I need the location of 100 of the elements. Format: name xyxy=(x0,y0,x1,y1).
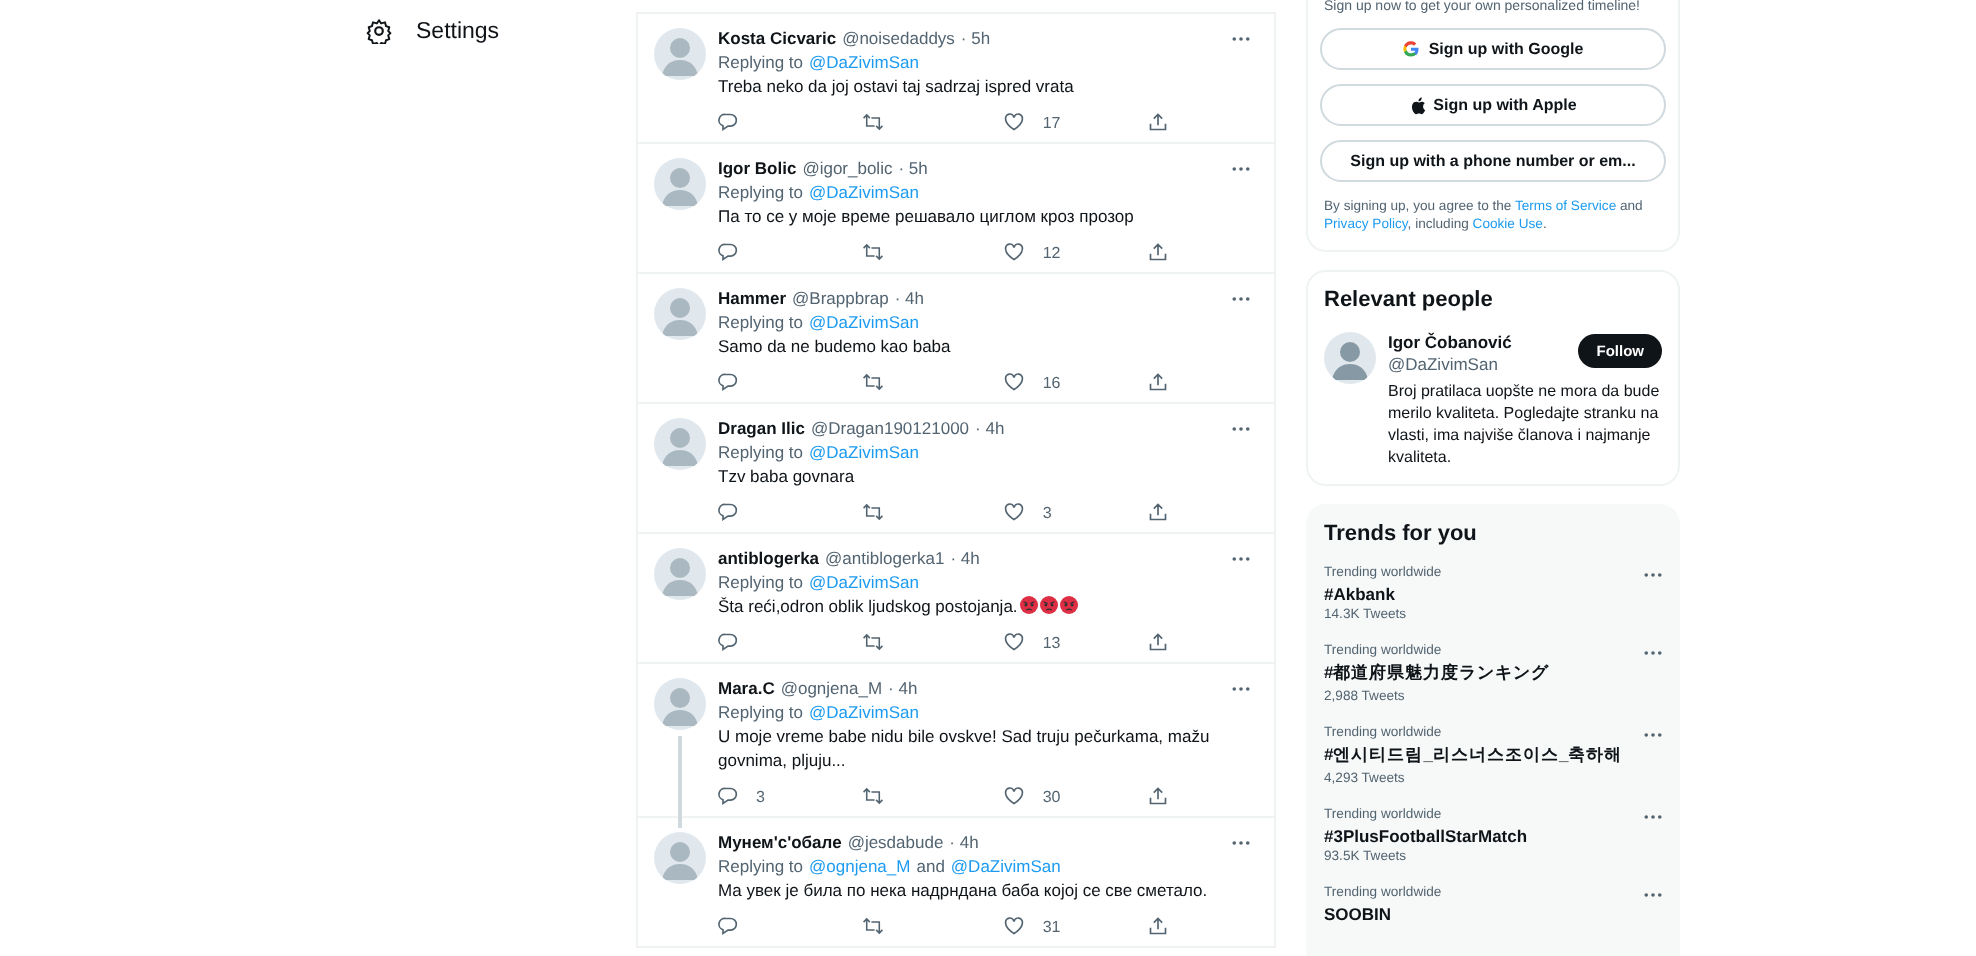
heart-icon[interactable] xyxy=(1004,502,1025,522)
tweet-text: Ма увек је била по нека надрндана баба којој се све сметало. xyxy=(718,880,1208,900)
reply-icon[interactable] xyxy=(718,502,738,522)
more-icon[interactable] xyxy=(1232,295,1250,301)
reply-icon[interactable] xyxy=(718,112,738,132)
author-name[interactable]: Hammer xyxy=(718,286,787,310)
tweet-text: Samo da ne budemo kao baba xyxy=(718,336,951,356)
tweet-time[interactable]: · 5h xyxy=(960,26,991,50)
tweet-time[interactable]: · 4h xyxy=(888,676,918,700)
replying-label: Replying to xyxy=(718,854,804,878)
tweet-time[interactable]: · 4h xyxy=(949,830,979,854)
like-count: 3 xyxy=(1042,503,1052,521)
retweet-icon[interactable] xyxy=(861,242,884,262)
replying-label: Replying to xyxy=(718,440,804,464)
author-name[interactable]: Igor Bolic xyxy=(718,156,797,180)
signup-button[interactable]: Sign up with Apple xyxy=(1320,84,1666,126)
like-count: 13 xyxy=(1042,633,1061,651)
share-icon[interactable] xyxy=(1147,242,1168,262)
author-name[interactable]: Mara.C xyxy=(718,676,775,700)
reply-count: 3 xyxy=(756,787,765,805)
heart-icon[interactable] xyxy=(1004,242,1025,262)
more-icon[interactable] xyxy=(1232,425,1250,431)
author-handle[interactable]: @antiblogerka1 xyxy=(825,546,945,570)
like-count: 17 xyxy=(1042,113,1061,131)
section-title: Relevant people xyxy=(1324,288,1495,312)
heart-icon[interactable] xyxy=(1004,916,1025,936)
tweet-text: Šta reći,odron oblik ljudskog postojanja. xyxy=(718,596,1018,616)
retweet-icon[interactable] xyxy=(861,786,884,806)
trend-topic[interactable]: #都道府県魅力度ランキング xyxy=(1324,662,1550,686)
reply-icon[interactable] xyxy=(718,632,738,652)
author-handle[interactable]: @noisedaddys xyxy=(842,26,955,50)
author-name[interactable]: antiblogerka xyxy=(718,546,820,570)
settings-link[interactable]: Settings xyxy=(366,18,500,44)
retweet-icon[interactable] xyxy=(861,372,884,392)
more-icon[interactable] xyxy=(1232,35,1250,41)
like-count: 31 xyxy=(1042,917,1061,935)
more-icon[interactable] xyxy=(1644,814,1662,820)
heart-icon[interactable] xyxy=(1004,632,1025,652)
share-icon[interactable] xyxy=(1147,916,1168,936)
author-handle[interactable]: @Brappbrap xyxy=(792,286,889,310)
signup-button[interactable]: Sign up with Google xyxy=(1320,28,1666,70)
author-handle[interactable]: @igor_bolic xyxy=(802,156,893,180)
tweet-time[interactable]: · 4h xyxy=(894,286,925,310)
avatar[interactable] xyxy=(1324,332,1376,384)
retweet-icon[interactable] xyxy=(861,502,884,522)
settings-icon xyxy=(366,18,392,44)
more-icon[interactable] xyxy=(1232,555,1250,561)
heart-icon[interactable] xyxy=(1004,112,1025,132)
like-count: 12 xyxy=(1042,243,1061,261)
tweet-text: U moje vreme babe nidu bile ovskve! Sad truju pečurkama, mažu govnima, pljuju... xyxy=(718,726,1210,770)
retweet-icon[interactable] xyxy=(861,916,884,936)
share-icon[interactable] xyxy=(1147,502,1168,522)
heart-icon[interactable] xyxy=(1004,372,1025,392)
reply-icon[interactable] xyxy=(718,242,738,262)
more-icon[interactable] xyxy=(1644,892,1662,898)
like-count: 16 xyxy=(1042,373,1061,391)
replying-joiner: and xyxy=(916,854,945,878)
replying-label: Replying to xyxy=(718,180,804,204)
apple-logo-icon xyxy=(1409,95,1426,115)
share-icon[interactable] xyxy=(1147,372,1168,392)
reply-icon[interactable] xyxy=(718,916,738,936)
replying-label: Replying to xyxy=(718,50,804,74)
person-bio: Broj pratilaca uopšte ne mora da bude merilo kvaliteta. Pogledajte stranku na vlasti, ima najviše članova i najmanje kvaliteta. xyxy=(1388,380,1662,468)
tweet-time[interactable]: · 4h xyxy=(975,416,1005,440)
person-name[interactable]: Igor Čobanović xyxy=(1388,332,1512,354)
share-icon[interactable] xyxy=(1147,786,1168,806)
more-icon[interactable] xyxy=(1232,685,1250,691)
tweet-text: Па то се у моје време решавало циглом кроз прозор xyxy=(718,206,1134,226)
trend-topic[interactable]: #엔시티드림_리스너스조이스_축하해 xyxy=(1324,744,1623,768)
section-title: Trends for you xyxy=(1324,522,1479,546)
retweet-icon[interactable] xyxy=(861,632,884,652)
reply-icon[interactable] xyxy=(718,372,738,392)
replying-label: Replying to xyxy=(718,700,804,724)
tweet-time[interactable]: · 4h xyxy=(950,546,980,570)
more-icon[interactable] xyxy=(1232,165,1250,171)
like-count: 30 xyxy=(1042,787,1061,805)
replying-label: Replying to xyxy=(718,310,804,334)
signup-button[interactable]: Sign up with a phone number or em... xyxy=(1320,140,1666,182)
share-icon[interactable] xyxy=(1147,112,1168,132)
trend-topic[interactable]: #3PlusFootballStarMatch xyxy=(1324,826,1528,846)
author-handle[interactable]: @ognjena_M xyxy=(780,676,883,700)
trend-topic[interactable]: SOOBIN xyxy=(1324,904,1442,924)
more-icon[interactable] xyxy=(1644,572,1662,578)
reply-icon[interactable] xyxy=(718,786,738,806)
more-icon[interactable] xyxy=(1644,650,1662,656)
author-name[interactable]: Kosta Cicvaric xyxy=(718,26,837,50)
author-handle[interactable]: @Dragan190121000 xyxy=(810,416,970,440)
share-icon[interactable] xyxy=(1147,632,1168,652)
more-icon[interactable] xyxy=(1232,839,1250,845)
author-name[interactable]: Dragan Ilic xyxy=(718,416,805,440)
author-handle[interactable]: @jesdabude xyxy=(847,830,944,854)
trend-topic[interactable]: #Akbank xyxy=(1324,584,1442,604)
replying-label: Replying to xyxy=(718,570,804,594)
retweet-icon[interactable] xyxy=(861,112,884,132)
heart-icon[interactable] xyxy=(1004,786,1025,806)
tweet-text: Tzv baba govnara xyxy=(718,466,855,486)
person-handle[interactable]: @DaZivimSan xyxy=(1388,354,1512,376)
author-name[interactable]: Мунем'с'обале xyxy=(718,830,842,854)
tweet-time[interactable]: · 5h xyxy=(898,156,928,180)
more-icon[interactable] xyxy=(1644,732,1662,738)
